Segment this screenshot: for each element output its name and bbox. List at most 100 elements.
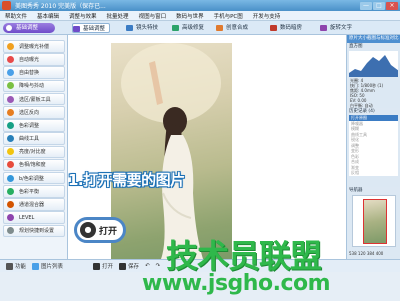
open-file-button[interactable]: 打开 — [93, 262, 113, 270]
adjust-item[interactable]: b/色彩调整 — [3, 171, 65, 185]
adjust-item[interactable]: 选区/蒙板工具 — [3, 92, 65, 106]
girl-photo-illustration — [121, 43, 221, 259]
save-button[interactable]: 保存 — [119, 262, 139, 270]
adjust-item[interactable]: LEVEL — [3, 211, 65, 225]
mode-toolbar: 基础调整 基础调整 镜头特技 高级修复 创意合成 数码暗房 旋转文字 — [0, 21, 400, 35]
photo-image — [111, 43, 232, 259]
adjust-item[interactable]: 色彩平衡 — [3, 185, 65, 198]
menu-item[interactable]: 视图与窗口 — [134, 12, 172, 20]
menu-item[interactable]: 帮助文件 — [0, 12, 32, 20]
image-list-icon — [32, 262, 40, 270]
instruction-callout: 1.打开需要的图片 — [68, 171, 185, 189]
tab-label: 基础调整 — [83, 26, 106, 32]
tab-rotate-text[interactable]: 旋转文字 — [320, 23, 352, 33]
open-file-label: 打开 — [102, 264, 114, 270]
hue-saturation-icon — [7, 161, 14, 169]
brightness-icon — [7, 148, 14, 156]
invert-selection-icon — [7, 108, 14, 116]
close-button[interactable]: × — [386, 1, 398, 10]
darkroom-icon — [270, 25, 277, 31]
adjust-item-label: 选区反向 — [19, 109, 40, 116]
image-list-button[interactable]: 图片列表 — [32, 262, 63, 270]
tab-digital-darkroom[interactable]: 数码暗房 — [270, 23, 302, 33]
function-button[interactable]: 功能 — [6, 262, 26, 270]
photo-canvas[interactable]: 1.打开需要的图片 ● 打开 — [68, 35, 346, 259]
heal-icon — [172, 25, 179, 31]
menu-item[interactable]: 调整与效果 — [64, 12, 102, 20]
tab-basic-adjust[interactable]: 基础调整 — [72, 23, 111, 33]
adjust-item[interactable]: 色相/饱和度 — [3, 158, 65, 172]
tab-advanced-repair[interactable]: 高级修复 — [172, 23, 204, 33]
open-image-label: 打开 — [99, 226, 118, 237]
open-image-button[interactable]: ● 打开 — [74, 217, 126, 243]
adjust-item[interactable]: 亮度/对比度 — [3, 145, 65, 159]
tab-label: 旋转文字 — [330, 25, 353, 31]
menu-item[interactable]: 开发与支持 — [248, 12, 286, 20]
adjust-item[interactable]: 通道混合器 — [3, 198, 65, 211]
adjust-item[interactable]: 曲线工具 — [3, 132, 65, 145]
function-icon — [6, 262, 13, 270]
adjust-item-label: 色彩调整 — [19, 122, 40, 129]
adjust-item[interactable]: 自由替换 — [3, 66, 65, 79]
info-panel: 原片大小截图与标准对比 直方图 光圈: 4 快门: 1/800秒 (1) 焦距:… — [346, 35, 400, 259]
undo-icon: ↶ — [145, 263, 150, 269]
info-panel-header: 原片大小截图与标准对比 — [347, 35, 400, 43]
adjust-item-label: 色彩平衡 — [19, 188, 40, 195]
shortcut-icon — [7, 227, 14, 235]
redo-icon: ↷ — [155, 263, 161, 269]
adjust-item-label: 自由替换 — [19, 70, 40, 77]
adjust-item-label: 调整曝光补偿 — [19, 43, 50, 50]
app-logo-icon — [2, 1, 11, 10]
adjust-item-label: b/色彩调整 — [19, 175, 44, 182]
bw-adjust-icon — [7, 174, 14, 182]
title-bar: 美图秀秀 2010 完美版（保存已... — □ × — [0, 0, 400, 11]
exposure-icon — [7, 42, 14, 50]
adjust-item-label: 降噪与抖动 — [19, 83, 45, 90]
redo-button[interactable]: ↷ — [156, 263, 161, 269]
histogram-graph — [349, 55, 398, 77]
lens-icon — [126, 25, 133, 31]
adjust-item[interactable]: 调整曝光补偿 — [3, 40, 65, 53]
menu-item[interactable]: 手机与PC图 — [209, 12, 248, 20]
text-icon — [320, 25, 327, 31]
channel-mixer-icon — [7, 201, 14, 209]
adjust-list: 调整曝光补偿 自动曝光 自由替换 降噪与抖动 选区/蒙板工具 选区反向 色彩调整… — [3, 40, 65, 238]
image-list-label: 图片列表 — [41, 264, 64, 270]
tab-lens-effects[interactable]: 镜头特技 — [126, 23, 158, 33]
adjust-item[interactable]: 规划快捷到设置 — [3, 224, 65, 238]
adjust-item-label: 规划快捷到设置 — [19, 228, 55, 235]
camera-icon: ● — [80, 222, 96, 238]
histogram-label: 直方图 — [347, 43, 400, 50]
menu-item[interactable]: 基本编辑 — [32, 12, 64, 20]
menu-item[interactable]: 批量处理 — [102, 12, 134, 20]
adjust-item-label: 通道混合器 — [19, 202, 45, 209]
tab-label: 创意合成 — [226, 25, 249, 31]
tab-label: 高级修复 — [182, 25, 205, 31]
history-header: 历史记录 (4) — [347, 108, 400, 115]
folder-icon — [93, 262, 101, 270]
mode-icon — [6, 25, 12, 31]
restore-button[interactable]: □ — [373, 1, 385, 10]
menu-item[interactable]: 数码与世界 — [171, 12, 209, 20]
mode-switch-button[interactable]: 基础调整 — [3, 23, 55, 33]
window-title: 美图秀秀 2010 完美版（保存已... — [15, 3, 106, 10]
undo-button[interactable]: ↶ — [145, 263, 150, 269]
adjust-item[interactable]: 降噪与抖动 — [3, 79, 65, 93]
history-item[interactable]: 反相 — [349, 170, 398, 176]
adjust-item[interactable]: 自动曝光 — [3, 53, 65, 66]
adjust-item[interactable]: 选区反向 — [3, 105, 65, 119]
tab-label: 数码暗房 — [280, 25, 303, 31]
color-adjust-icon — [7, 121, 14, 129]
adjust-item[interactable]: 色彩调整 — [3, 119, 65, 132]
watermark-logo-text: 技术员联盟 — [166, 237, 322, 275]
watermark-url: www.jsgho.com — [142, 271, 331, 296]
tab-creative-compose[interactable]: 创意合成 — [216, 23, 248, 33]
save-label: 保存 — [128, 264, 140, 270]
function-label: 功能 — [15, 264, 27, 270]
auto-exposure-icon — [7, 55, 14, 63]
navigator-viewport[interactable] — [363, 199, 387, 244]
adjust-item-label: LEVEL — [19, 214, 35, 221]
minimize-button[interactable]: — — [360, 1, 372, 10]
adjust-item-label: 曲线工具 — [19, 136, 40, 143]
adjust-item-label: 亮度/对比度 — [19, 149, 46, 156]
